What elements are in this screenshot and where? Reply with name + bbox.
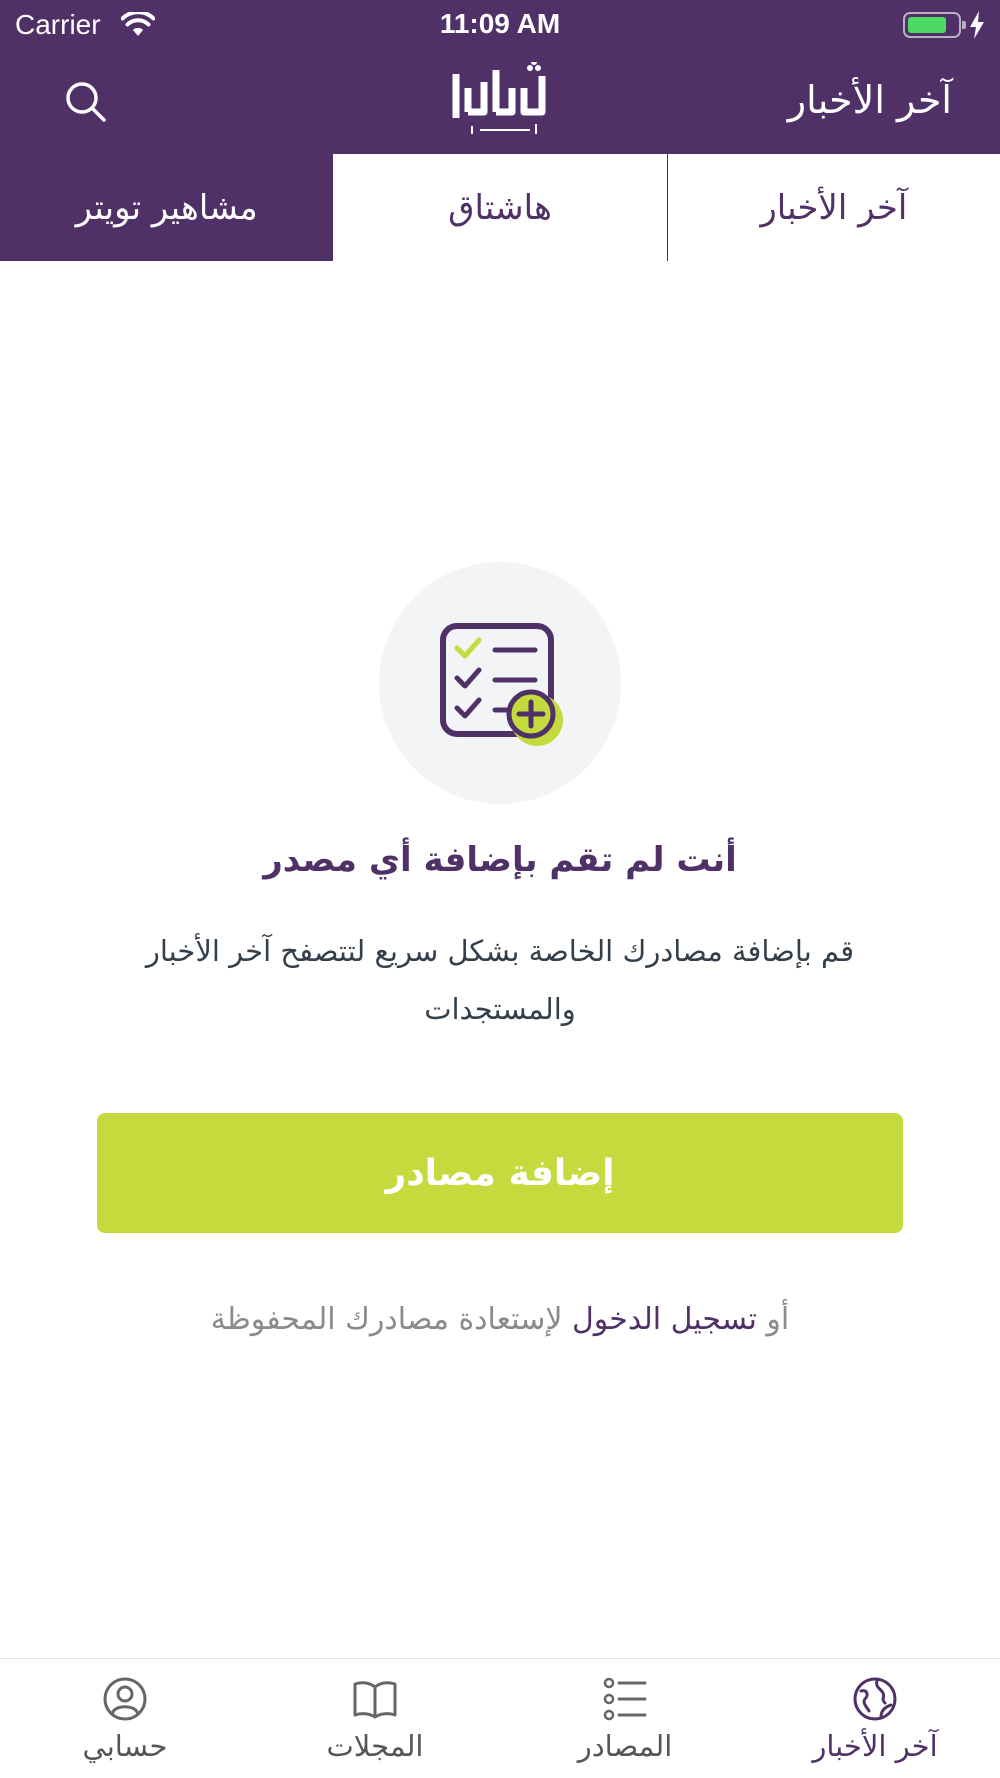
add-sources-button[interactable]: إضافة مصادر bbox=[97, 1113, 903, 1233]
app-header: Carrier 11:09 AM آخر الأخبار bbox=[0, 0, 1000, 154]
login-suffix: لإستعادة مصادرك المحفوظة bbox=[210, 1302, 563, 1337]
login-link[interactable]: تسجيل الدخول bbox=[572, 1302, 757, 1337]
empty-state-description: قم بإضافة مصادرك الخاصة بشكل سريع لتتصفح… bbox=[145, 934, 855, 1026]
status-time: 11:09 AM bbox=[439, 8, 561, 39]
app-logo bbox=[450, 59, 550, 142]
globe-icon bbox=[851, 1675, 899, 1723]
login-prompt: أو تسجيل الدخول لإستعادة مصادرك المحفوظة bbox=[0, 1302, 1000, 1337]
search-icon[interactable] bbox=[62, 78, 110, 126]
tabbar-label: المصادر bbox=[577, 1729, 673, 1763]
empty-state-title: أنت لم تقم بإضافة أي مصدر bbox=[263, 840, 737, 880]
tabbar-label: حسابي bbox=[82, 1729, 168, 1763]
tab-hashtag[interactable]: هاشتاق bbox=[333, 154, 667, 261]
charging-bolt-icon bbox=[968, 10, 986, 44]
tabbar-item-account[interactable]: حسابي bbox=[0, 1659, 250, 1778]
tabbar-item-sources[interactable]: المصادر bbox=[500, 1659, 750, 1778]
segmented-tabs: آخر الأخبار هاشتاق مشاهير تويتر bbox=[0, 154, 1000, 261]
tabbar-label: آخر الأخبار bbox=[812, 1729, 938, 1763]
login-prefix: أو bbox=[766, 1302, 790, 1337]
tab-twitter-celebrities[interactable]: مشاهير تويتر bbox=[0, 154, 334, 261]
tabbar-item-magazines[interactable]: المجلات bbox=[250, 1659, 500, 1778]
tabbar-item-latest-news[interactable]: آخر الأخبار bbox=[750, 1659, 1000, 1778]
list-icon bbox=[601, 1675, 649, 1723]
nav-title: آخر الأخبار bbox=[787, 78, 952, 122]
battery-icon bbox=[903, 12, 966, 38]
checklist-add-icon bbox=[440, 623, 563, 746]
book-icon bbox=[351, 1675, 399, 1723]
tabbar-label: المجلات bbox=[326, 1729, 424, 1763]
tab-latest-news[interactable]: آخر الأخبار bbox=[666, 154, 1000, 261]
account-icon bbox=[101, 1675, 149, 1723]
bottom-tab-bar: آخر الأخبار المصادر المجلات حسابي bbox=[0, 1658, 1000, 1778]
empty-state-illustration bbox=[379, 562, 621, 804]
status-bar: Carrier 11:09 AM bbox=[0, 0, 1000, 50]
